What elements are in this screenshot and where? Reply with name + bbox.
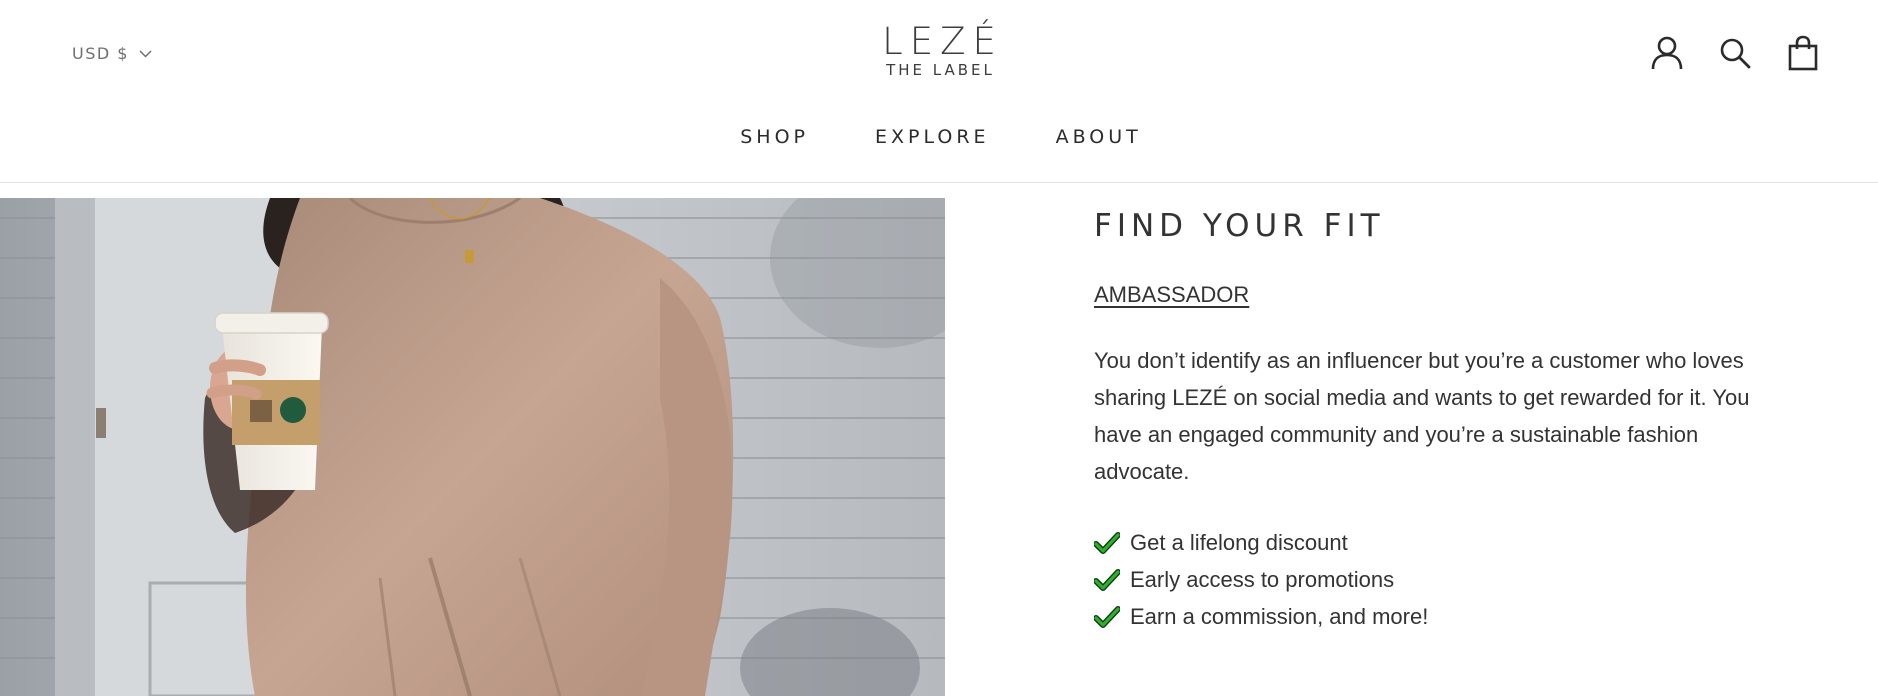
ambassador-description: You don’t identify as an influencer but …	[1094, 348, 1750, 484]
list-item: Get a lifelong discount	[1094, 524, 1754, 561]
search-button[interactable]	[1718, 35, 1752, 71]
list-item: Early access to promotions	[1094, 561, 1754, 598]
ambassador-photo	[0, 198, 945, 696]
hero-image	[0, 198, 945, 696]
benefit-text: Early access to promotions	[1130, 567, 1395, 592]
cart-button[interactable]	[1786, 35, 1820, 71]
currency-label: USD $	[72, 44, 129, 63]
logo-wordmark: LEZÉ	[882, 20, 1003, 63]
check-icon	[1094, 605, 1120, 628]
check-icon	[1094, 531, 1120, 554]
main-nav: SHOP EXPLORE ABOUT	[0, 126, 1878, 148]
site-logo[interactable]: LEZÉ THE LABEL	[875, 20, 1003, 79]
search-icon	[1720, 38, 1751, 69]
site-header: USD $ LEZÉ THE LABEL SHOP EXPLORE ABOUT	[0, 0, 1878, 183]
currency-selector[interactable]: USD $	[72, 44, 152, 63]
benefit-text: Get a lifelong discount	[1130, 530, 1348, 555]
account-button[interactable]	[1650, 35, 1684, 71]
nav-item-explore[interactable]: EXPLORE	[871, 126, 990, 148]
account-icon	[1651, 36, 1683, 70]
nav-item-shop[interactable]: SHOP	[736, 126, 809, 148]
header-actions	[1650, 35, 1820, 71]
section-title: FIND YOUR FIT	[1094, 208, 1385, 244]
logo-tagline: THE LABEL	[886, 61, 995, 79]
ambassador-link[interactable]: AMBASSADOR	[1094, 282, 1249, 308]
nav-item-about[interactable]: ABOUT	[1052, 126, 1142, 148]
benefits-list: Get a lifelong discount Early access to …	[1094, 524, 1754, 635]
cart-icon	[1788, 35, 1818, 71]
ambassador-section: FIND YOUR FIT AMBASSADOR You don’t ident…	[1094, 200, 1754, 635]
check-icon	[1094, 568, 1120, 591]
list-item: Earn a commission, and more!	[1094, 598, 1754, 635]
benefit-text: Earn a commission, and more!	[1130, 604, 1429, 629]
chevron-down-icon	[139, 49, 152, 58]
